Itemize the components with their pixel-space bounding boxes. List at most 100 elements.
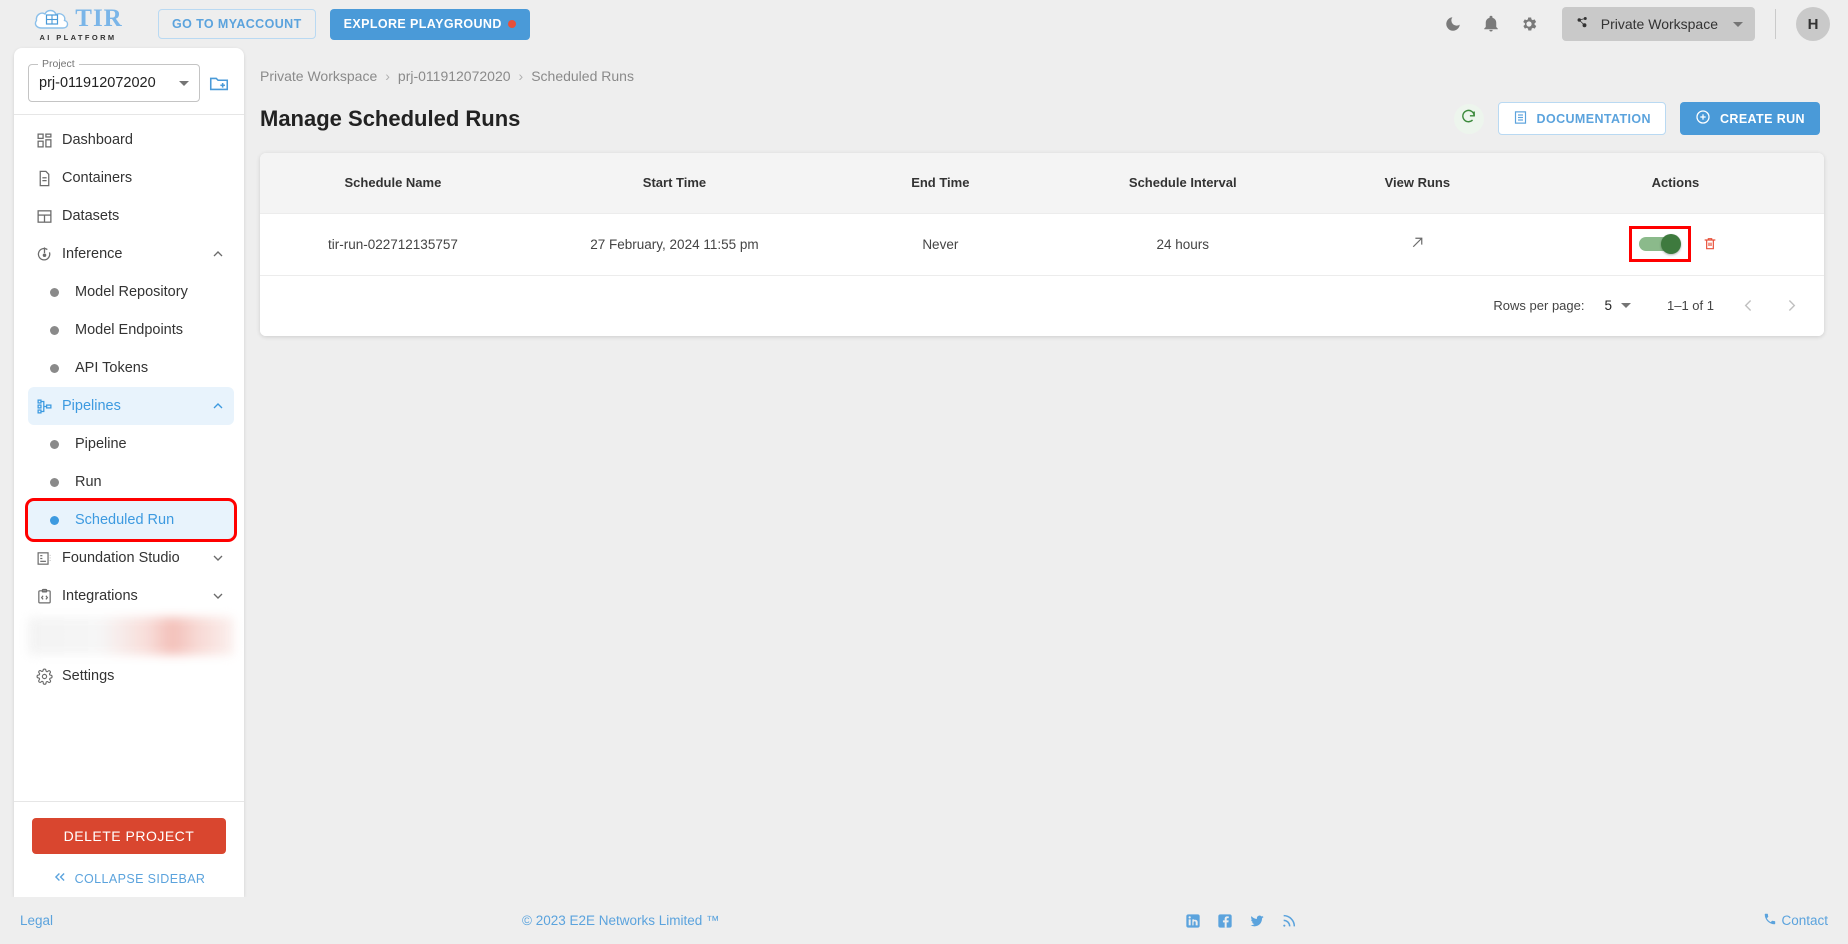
external-link-icon[interactable] — [1409, 234, 1426, 251]
enable-toggle[interactable] — [1639, 234, 1682, 254]
sidebar-item-label: Pipelines — [62, 398, 121, 414]
app-logo[interactable]: TIR AI PLATFORM — [26, 6, 130, 42]
breadcrumb-item-workspace[interactable]: Private Workspace — [260, 68, 377, 84]
dark-mode-icon[interactable] — [1444, 15, 1462, 33]
sidebar-nav: Dashboard Containers Datasets Inference … — [14, 115, 244, 801]
sidebar-item-pipeline[interactable]: Pipeline — [28, 425, 234, 463]
linkedin-icon[interactable] — [1185, 913, 1201, 929]
rows-per-page-value: 5 — [1604, 298, 1612, 313]
sidebar-item-model-endpoints[interactable]: Model Endpoints — [28, 311, 234, 349]
rss-icon[interactable] — [1281, 913, 1297, 929]
table-head: Schedule Name Start Time End Time Schedu… — [260, 153, 1824, 213]
refresh-icon — [1460, 108, 1477, 130]
top-bar-divider — [1775, 9, 1776, 39]
document-icon — [1513, 110, 1528, 128]
sidebar-item-label: Integrations — [62, 588, 138, 604]
pipelines-icon — [36, 398, 62, 415]
pagination-prev-button[interactable] — [1740, 297, 1757, 314]
sidebar-item-label: Inference — [62, 246, 123, 262]
new-project-folder-icon[interactable] — [208, 72, 230, 94]
bullet-icon — [50, 477, 59, 487]
scheduled-runs-card: Schedule Name Start Time End Time Schedu… — [260, 153, 1824, 336]
breadcrumb: Private Workspace › prj-011912072020 › S… — [244, 48, 1848, 84]
settings-icon[interactable] — [1520, 15, 1538, 33]
twitter-icon[interactable] — [1249, 913, 1265, 929]
scheduled-runs-table: Schedule Name Start Time End Time Schedu… — [260, 153, 1824, 276]
column-header-view-runs: View Runs — [1384, 175, 1451, 191]
go-to-myaccount-button[interactable]: GO TO MYACCOUNT — [158, 9, 316, 39]
sidebar-item-scheduled-run[interactable]: Scheduled Run — [25, 498, 237, 542]
chevron-down-icon — [210, 550, 226, 566]
refresh-button[interactable] — [1453, 103, 1484, 134]
explore-playground-button[interactable]: EXPLORE PLAYGROUND — [329, 8, 530, 40]
bullet-icon — [50, 325, 59, 335]
delete-project-button[interactable]: DELETE PROJECT — [32, 818, 226, 854]
main-content: Private Workspace › prj-011912072020 › S… — [244, 48, 1848, 897]
breadcrumb-separator: › — [518, 68, 524, 84]
cloud-logo-icon — [33, 8, 71, 30]
rows-per-page-label: Rows per page: — [1493, 298, 1585, 313]
phone-icon — [1763, 912, 1777, 929]
column-header-schedule-name: Schedule Name — [344, 175, 442, 191]
sidebar-item-label: Foundation Studio — [62, 550, 180, 566]
sidebar-item-label: Pipeline — [75, 436, 127, 452]
create-run-button[interactable]: CREATE RUN — [1679, 102, 1820, 135]
bullet-icon — [50, 515, 59, 525]
delete-icon[interactable] — [1702, 236, 1718, 252]
notifications-icon[interactable] — [1482, 15, 1500, 33]
collapse-sidebar-button[interactable]: COLLAPSE SIDEBAR — [14, 870, 244, 887]
explore-playground-label: EXPLORE PLAYGROUND — [343, 17, 502, 31]
cell-end-time: Never — [922, 236, 959, 252]
footer: Legal © 2023 E2E Networks Limited ™ Cont… — [0, 897, 1848, 944]
pagination-next-button[interactable] — [1783, 297, 1800, 314]
enable-toggle-highlight — [1629, 226, 1692, 262]
chevron-up-icon — [210, 246, 226, 262]
footer-copyright: © 2023 E2E Networks Limited ™ — [522, 913, 720, 928]
pagination: Rows per page: 5 1–1 of 1 — [260, 275, 1824, 336]
footer-legal-link[interactable]: Legal — [20, 913, 53, 928]
integrations-icon — [36, 588, 62, 605]
cell-view-runs — [1308, 213, 1527, 275]
sidebar-item-foundation-studio[interactable]: Foundation Studio — [28, 539, 234, 577]
breadcrumb-separator: › — [385, 68, 390, 84]
sidebar-item-label: Run — [75, 474, 102, 490]
dashboard-icon — [36, 132, 62, 149]
facebook-icon[interactable] — [1217, 913, 1233, 929]
logo-wordmark: TIR — [75, 5, 123, 32]
project-select[interactable]: Project prj-011912072020 — [28, 58, 200, 102]
sidebar-item-model-repository[interactable]: Model Repository — [28, 273, 234, 311]
pagination-range: 1–1 of 1 — [1667, 298, 1714, 313]
cell-schedule-name: tir-run-022712135757 — [328, 236, 458, 252]
bullet-icon — [50, 363, 59, 373]
avatar[interactable]: H — [1796, 7, 1830, 41]
sidebar-item-containers[interactable]: Containers — [28, 159, 234, 197]
sidebar-item-label: Model Repository — [75, 284, 188, 300]
top-bar: TIR AI PLATFORM GO TO MYACCOUNT EXPLORE … — [0, 0, 1848, 48]
rows-per-page-select[interactable]: 5 — [1604, 298, 1631, 313]
table-row[interactable]: tir-run-022712135757 27 February, 2024 1… — [260, 213, 1824, 275]
sidebar-item-inference[interactable]: Inference — [28, 235, 234, 273]
sidebar-item-run[interactable]: Run — [28, 463, 234, 501]
sidebar-item-pipelines[interactable]: Pipelines — [28, 387, 234, 425]
chevrons-left-icon — [53, 870, 67, 887]
new-badge-dot-icon — [507, 20, 516, 28]
sidebar-item-settings[interactable]: Settings — [28, 657, 234, 695]
workspace-label: Private Workspace — [1600, 16, 1718, 32]
project-area: Project prj-011912072020 — [14, 48, 244, 114]
sidebar-item-datasets[interactable]: Datasets — [28, 197, 234, 235]
workspace-icon — [1574, 14, 1592, 35]
page-header: Manage Scheduled Runs DOCUMENTATION CREA… — [244, 84, 1848, 135]
documentation-button[interactable]: DOCUMENTATION — [1497, 102, 1666, 135]
sidebar-item-dashboard[interactable]: Dashboard — [28, 121, 234, 159]
sidebar-item-redacted[interactable] — [28, 617, 234, 655]
sidebar-item-integrations[interactable]: Integrations — [28, 577, 234, 615]
project-select-label: Project — [38, 58, 79, 70]
table-body: tir-run-022712135757 27 February, 2024 1… — [260, 213, 1824, 275]
sidebar-item-api-tokens[interactable]: API Tokens — [28, 349, 234, 387]
sidebar-item-label: Containers — [62, 170, 133, 186]
chevron-down-icon — [179, 80, 189, 86]
footer-contact-link[interactable]: Contact — [1763, 912, 1828, 929]
breadcrumb-item-project[interactable]: prj-011912072020 — [398, 68, 511, 84]
workspace-selector[interactable]: Private Workspace — [1561, 7, 1755, 41]
breadcrumb-item-current[interactable]: Scheduled Runs — [531, 68, 634, 84]
